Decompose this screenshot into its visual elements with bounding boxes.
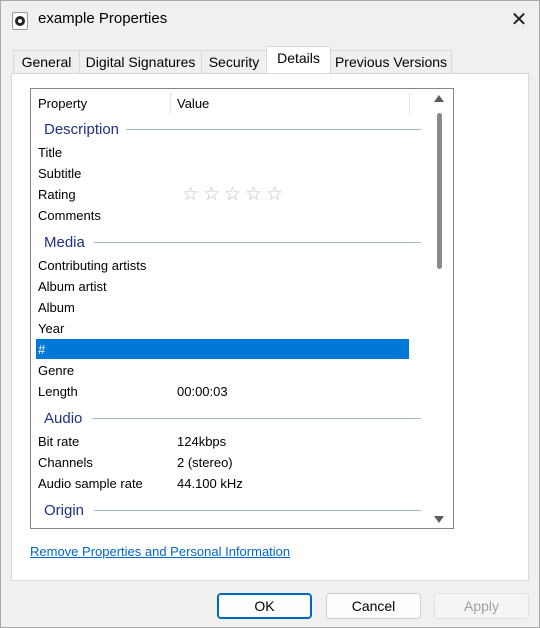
list-item[interactable]: Album artist — [36, 276, 409, 296]
property-value: 00:00:03 — [177, 384, 228, 399]
rating-stars[interactable]: ☆ ☆ ☆ ☆ ☆ — [182, 184, 287, 204]
property-name: Genre — [38, 363, 75, 378]
window-title: example Properties — [38, 10, 168, 27]
column-divider[interactable] — [409, 92, 410, 114]
list-item[interactable]: Channels 2 (stereo) — [36, 452, 409, 472]
group-divider — [126, 129, 421, 130]
column-divider[interactable] — [170, 92, 171, 114]
star-icon[interactable]: ☆ — [245, 184, 266, 204]
tab-security[interactable]: Security — [201, 50, 267, 73]
list-item-selected[interactable]: # — [36, 339, 409, 359]
list-item[interactable]: Year — [36, 318, 409, 338]
list-item[interactable]: Subtitle — [36, 163, 409, 183]
property-name: Rating — [38, 187, 76, 202]
details-list[interactable]: Property Value Description Title Subtitl… — [30, 88, 454, 529]
tab-previous-versions[interactable]: Previous Versions — [330, 50, 452, 73]
cancel-button[interactable]: Cancel — [326, 593, 421, 619]
remove-properties-link[interactable]: Remove Properties and Personal Informati… — [30, 544, 290, 559]
property-name: Title — [38, 145, 63, 160]
property-name: Comments — [38, 208, 101, 223]
tab-digital-signatures[interactable]: Digital Signatures — [79, 50, 202, 73]
property-name: Album artist — [38, 279, 107, 294]
property-name: Channels — [38, 455, 93, 470]
list-item[interactable]: Length 00:00:03 — [36, 381, 409, 401]
tab-general[interactable]: General — [13, 50, 80, 73]
group-divider — [94, 510, 421, 511]
properties-dialog: example Properties ✕ General Digital Sig… — [0, 0, 540, 628]
group-header-audio: Audio — [44, 409, 83, 427]
property-value: 124kbps — [177, 434, 227, 449]
scroll-thumb[interactable] — [437, 113, 442, 269]
list-item[interactable]: Rating ☆ ☆ ☆ ☆ ☆ — [36, 184, 409, 204]
property-name: Subtitle — [38, 166, 82, 181]
scroll-up-arrow-icon[interactable] — [434, 95, 444, 102]
list-item[interactable]: Audio sample rate 44.100 kHz — [36, 473, 409, 493]
star-icon[interactable]: ☆ — [182, 184, 203, 204]
star-icon[interactable]: ☆ — [203, 184, 224, 204]
ok-button[interactable]: OK — [217, 593, 312, 619]
list-item[interactable]: Comments — [36, 205, 409, 225]
tab-details[interactable]: Details — [266, 46, 331, 73]
column-header-value[interactable]: Value — [177, 89, 209, 115]
property-name: Contributing artists — [38, 258, 147, 273]
property-name: # — [38, 342, 46, 357]
list-item[interactable]: Title — [36, 142, 409, 162]
property-value: 2 (stereo) — [177, 455, 233, 470]
group-header-media: Media — [44, 233, 85, 251]
list-header: Property Value — [31, 89, 431, 115]
list-item[interactable]: Album — [36, 297, 409, 317]
group-divider — [94, 242, 421, 243]
property-value: 44.100 kHz — [177, 476, 243, 491]
list-item[interactable]: Contributing artists — [36, 255, 409, 275]
column-header-property[interactable]: Property — [38, 89, 87, 115]
property-name: Album — [38, 300, 75, 315]
list-item[interactable]: Bit rate 124kbps — [36, 431, 409, 451]
star-icon[interactable]: ☆ — [224, 184, 245, 204]
apply-button[interactable]: Apply — [434, 593, 529, 619]
group-header-description: Description — [44, 120, 120, 138]
title-bar: example Properties ✕ — [1, 1, 539, 39]
scroll-down-arrow-icon[interactable] — [434, 516, 444, 523]
property-name: Length — [38, 384, 78, 399]
vertical-scrollbar[interactable] — [431, 91, 451, 525]
close-button[interactable]: ✕ — [501, 3, 537, 35]
media-file-icon — [12, 12, 28, 30]
star-icon[interactable]: ☆ — [266, 184, 287, 204]
list-item[interactable]: Genre — [36, 360, 409, 380]
property-name: Year — [38, 321, 65, 336]
property-name: Audio sample rate — [38, 476, 143, 491]
group-header-origin: Origin — [44, 501, 85, 519]
property-name: Bit rate — [38, 434, 80, 449]
group-divider — [92, 418, 421, 419]
